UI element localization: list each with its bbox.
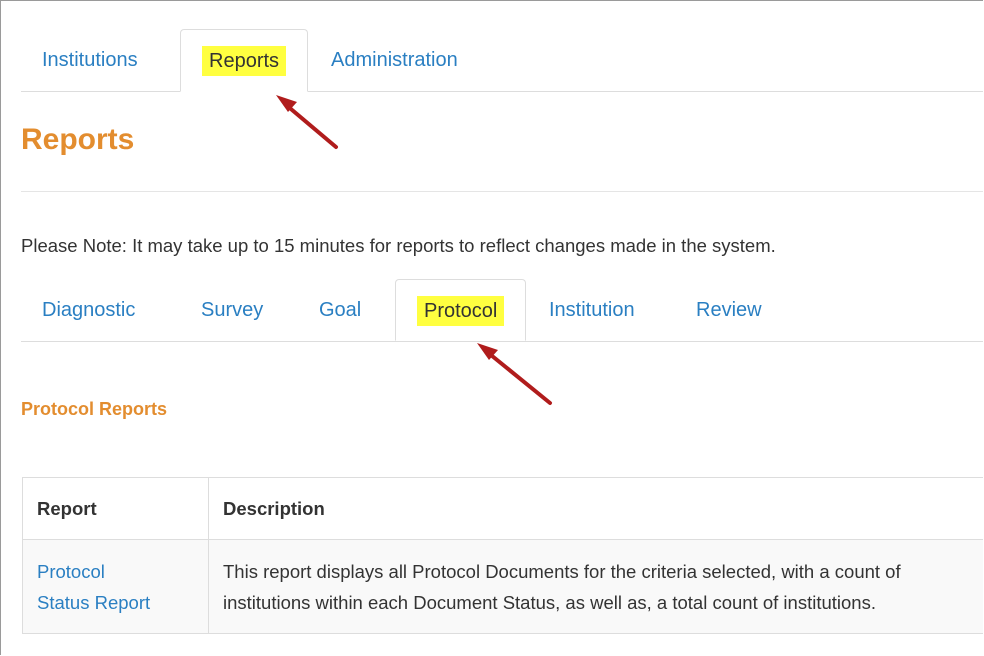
annotation-arrows (276, 95, 552, 405)
arrow-icon (477, 343, 552, 405)
arrow-icon (276, 95, 338, 149)
screenshot-frame: Institutions Reports Administration Repo… (0, 0, 983, 655)
